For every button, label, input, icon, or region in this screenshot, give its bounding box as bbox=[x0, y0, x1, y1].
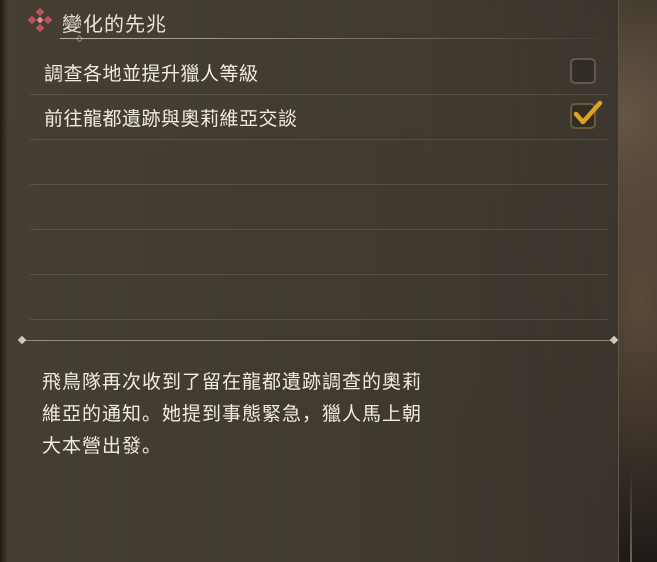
header-ornament-icon: ◇ bbox=[76, 34, 83, 44]
section-divider bbox=[22, 340, 614, 341]
quest-description: 飛鳥隊再次收到了留在龍都遺跡調查的奧莉 維亞的通知。她提到事態緊急，獵人馬上朝 … bbox=[42, 366, 512, 462]
scroll-indicator bbox=[630, 470, 632, 562]
description-line: 大本營出發。 bbox=[42, 435, 163, 457]
task-label: 調查各地並提升獵人等級 bbox=[44, 63, 259, 85]
task-row-empty bbox=[30, 140, 608, 185]
task-row[interactable]: 調查各地並提升獵人等級 bbox=[30, 50, 608, 95]
task-row-empty bbox=[30, 185, 608, 230]
diamond-cluster-icon bbox=[27, 7, 53, 33]
description-line: 維亞的通知。她提到事態緊急，獵人馬上朝 bbox=[42, 403, 423, 425]
task-label: 前往龍都遺跡與奧莉維亞交談 bbox=[44, 108, 298, 130]
task-row-empty bbox=[30, 275, 608, 320]
quest-header: 變化的先兆 ◇ bbox=[22, 2, 602, 44]
task-list: 調查各地並提升獵人等級 前往龍都遺跡與奧莉維亞交談 bbox=[30, 50, 608, 320]
task-checkbox-checked bbox=[570, 100, 603, 129]
header-underline bbox=[60, 38, 600, 39]
quest-panel: 變化的先兆 ◇ 調查各地並提升獵人等級 前往龍都遺跡與奧莉維亞交談 飛鳥隊再次收… bbox=[0, 0, 619, 562]
quest-title: 變化的先兆 bbox=[62, 12, 167, 36]
task-row[interactable]: 前往龍都遺跡與奧莉維亞交談 bbox=[30, 95, 608, 140]
description-line: 飛鳥隊再次收到了留在龍都遺跡調查的奧莉 bbox=[42, 371, 423, 393]
panel-edge bbox=[0, 0, 8, 562]
task-row-empty bbox=[30, 230, 608, 275]
checkmark-icon bbox=[573, 100, 603, 125]
task-checkbox-empty bbox=[570, 58, 596, 84]
